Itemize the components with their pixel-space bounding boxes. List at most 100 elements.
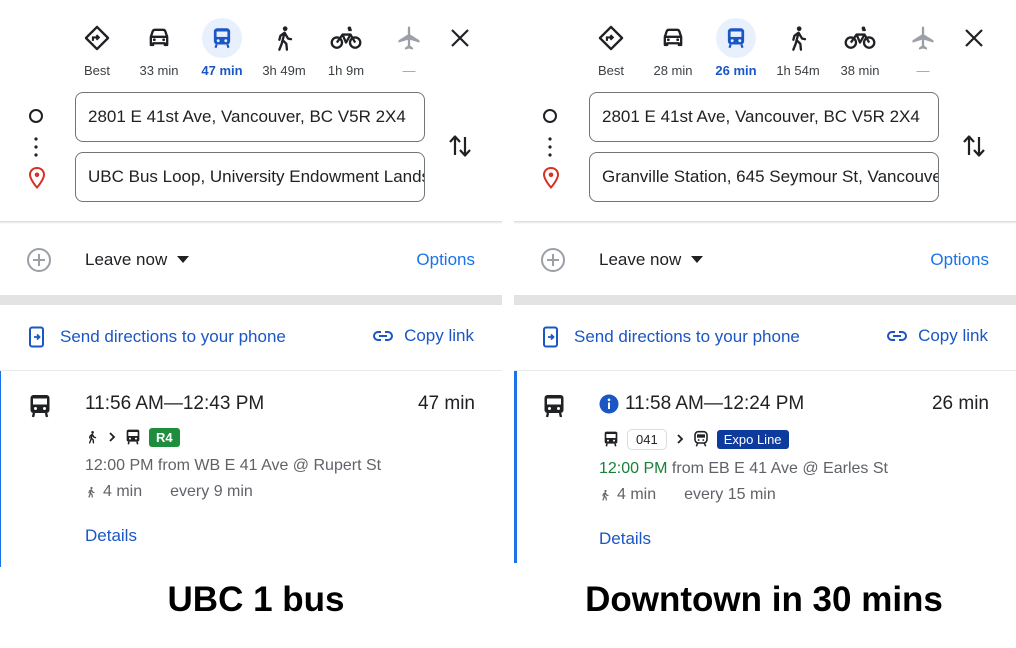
flight-icon [903,18,943,58]
transit-icon [716,18,756,58]
departure-stop: from EB E 41 Ave @ Earles St [667,460,888,477]
walk-icon [88,486,95,498]
route-option[interactable]: 11:58 AM—12:24 PM 26 min 041 Expo Line 1… [514,371,1016,563]
train-icon [693,430,708,447]
walk-time: 4 min [103,483,143,500]
mode-label: 47 min [201,63,243,78]
departure-info: 12:00 PM from WB E 41 Ave @ Rupert St [85,457,381,475]
mode-label: 33 min [139,63,179,78]
caret-down-icon [177,256,190,263]
mode-label: 26 min [715,63,757,78]
walk-icon [602,489,609,501]
walk-icon [778,18,818,58]
mode-flight[interactable]: — [378,18,440,78]
route-times: 11:58 AM—12:24 PM [599,393,804,415]
route-times: 11:56 AM—12:43 PM [85,393,264,415]
mode-flight[interactable]: — [892,18,954,78]
origin-input[interactable]: 2801 E 41st Ave, Vancouver, BC V5R 2X4 [75,92,425,142]
send-to-phone-label: Send directions to your phone [60,327,286,346]
destination-input[interactable]: UBC Bus Loop, University Endowment Lands [75,152,425,202]
departure-time: 12:00 PM [85,457,154,474]
walk-frequency-info: 4 min every 15 min [599,486,776,504]
mode-best[interactable]: Best [580,18,642,78]
swap-button[interactable] [446,131,474,161]
mode-label: Best [83,63,110,78]
route-steps: 041 Expo Line [603,428,789,450]
caption-right: Downtown in 30 mins [585,580,943,619]
section-divider [514,295,1016,305]
mode-label: 28 min [653,63,693,78]
options-button[interactable]: Options [930,250,989,270]
walk-frequency-info: 4 min every 9 min [85,483,253,501]
leave-now-dropdown[interactable]: Leave now [599,250,704,270]
mode-transit[interactable]: 26 min [705,18,767,78]
close-button[interactable] [958,22,990,54]
walk-icon [88,431,97,444]
swap-icon [963,135,985,157]
route-duration: 26 min [931,393,989,414]
origin-circle-icon [29,109,43,123]
car-icon [653,18,693,58]
section-divider [0,295,502,305]
route-dots-icon [34,137,38,157]
mode-cycling[interactable]: 1h 9m [315,18,377,78]
caption-left: UBC 1 bus [167,580,345,619]
mode-transit[interactable]: 47 min [191,18,253,78]
send-to-phone-link[interactable]: Send directions to your phone [28,326,286,348]
bus-icon [604,431,618,447]
directions-icon [591,18,631,58]
swap-button[interactable] [960,131,988,161]
bus-icon [126,429,140,445]
selected-indicator [514,371,517,563]
route-times-text: 11:58 AM—12:24 PM [625,393,805,414]
mode-walking[interactable]: 3h 49m [253,18,315,78]
send-to-phone-link[interactable]: Send directions to your phone [542,326,800,348]
bike-icon [840,18,880,58]
mode-best[interactable]: Best [66,18,128,78]
add-stop-icon[interactable] [26,247,52,273]
mode-driving[interactable]: 28 min [642,18,704,78]
frequency: every 15 min [684,486,776,503]
departure-stop: from WB E 41 Ave @ Rupert St [153,457,382,474]
departure-info: 12:00 PM from EB E 41 Ave @ Earles St [599,460,888,478]
bus-route-badge: 041 [627,428,667,450]
mode-label: 38 min [840,63,880,78]
route-option[interactable]: 11:56 AM—12:43 PM 47 min R4 12:00 PM fro… [0,371,502,567]
copy-link-button[interactable]: Copy link [886,326,988,346]
destination-pin-icon [542,166,560,190]
details-link[interactable]: Details [85,526,137,546]
send-to-phone-label: Send directions to your phone [574,327,800,346]
mode-walking[interactable]: 1h 54m [767,18,829,78]
add-stop-icon[interactable] [540,247,566,273]
send-to-phone-icon [543,326,558,348]
transit-icon [30,395,50,418]
frequency: every 9 min [170,483,253,500]
mode-cycling[interactable]: 38 min [829,18,891,78]
train-line-badge: Expo Line [716,429,789,449]
close-button[interactable] [444,22,476,54]
caret-down-icon [691,256,704,263]
destination-pin-icon [28,166,46,190]
chevron-right-icon [677,434,683,444]
chevron-right-icon [109,432,116,442]
swap-icon [449,135,471,157]
mode-driving[interactable]: 33 min [128,18,190,78]
copy-link-button[interactable]: Copy link [372,326,474,346]
transit-icon [202,18,242,58]
route-duration: 47 min [417,393,475,414]
destination-input[interactable]: Granville Station, 645 Seymour St, Vanco… [589,152,939,202]
link-icon [373,331,394,341]
options-button[interactable]: Options [416,250,475,270]
route-times-text: 11:56 AM—12:43 PM [85,393,265,414]
copy-link-label: Copy link [918,326,988,345]
close-icon [451,29,469,47]
info-icon[interactable] [599,394,619,414]
walk-icon [264,18,304,58]
link-icon [887,331,908,341]
details-link[interactable]: Details [599,529,651,549]
directions-icon [77,18,117,58]
leave-now-dropdown[interactable]: Leave now [85,250,190,270]
car-icon [139,18,179,58]
directions-panel-left: Best 33 min 47 min 3h 49m 1h 9m — 2801 E… [0,0,502,568]
origin-input[interactable]: 2801 E 41st Ave, Vancouver, BC V5R 2X4 [589,92,939,142]
